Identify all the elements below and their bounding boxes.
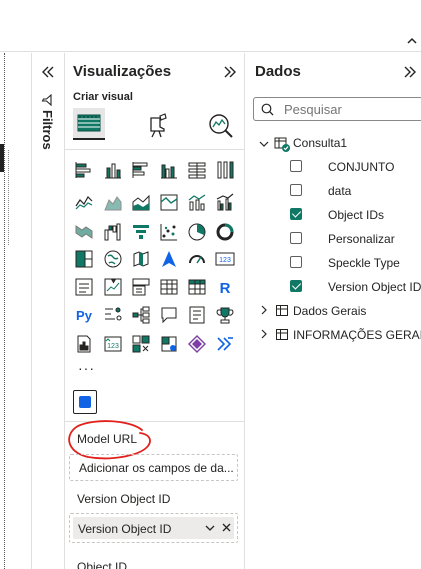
area-chart-icon[interactable]: [103, 192, 123, 212]
analytics-magnifier-icon[interactable]: [205, 110, 237, 142]
canvas-dotted-border: [4, 53, 5, 569]
donut-chart-icon[interactable]: [215, 222, 235, 242]
funnel-chart-icon[interactable]: [131, 222, 151, 242]
scatter-chart-icon[interactable]: [159, 222, 179, 242]
ribbon-collapse-chevron-icon[interactable]: [405, 34, 419, 48]
svg-text:123: 123: [219, 257, 231, 264]
table-icon: [276, 305, 288, 316]
double-chevron-left-icon[interactable]: [40, 64, 56, 80]
paginated-report-icon[interactable]: [74, 334, 94, 354]
table-check-icon: [274, 137, 290, 152]
chevron-down-icon[interactable]: [259, 139, 269, 149]
visualizations-title: Visualizações: [73, 63, 172, 80]
table-icon: [276, 329, 288, 340]
field-checkbox-personalizar[interactable]: [290, 232, 302, 244]
visual-dotted-border: [8, 150, 9, 245]
treemap-icon[interactable]: [74, 249, 94, 269]
double-chevron-right-icon[interactable]: [402, 64, 418, 80]
selected-custom-visual-icon[interactable]: [73, 390, 97, 414]
power-apps-diamond-icon[interactable]: [187, 334, 207, 354]
data-pane-title: Dados: [255, 63, 301, 80]
card-icon[interactable]: 123: [215, 249, 235, 269]
kpi-icon[interactable]: [103, 277, 123, 297]
decomposition-tree-icon[interactable]: [131, 305, 151, 325]
more-visuals-button[interactable]: ···: [78, 360, 95, 376]
field-item-object-ids[interactable]: Object IDs: [328, 208, 384, 222]
line-clustered-column-icon[interactable]: [215, 192, 235, 212]
search-input[interactable]: [284, 101, 414, 117]
azure-map-icon[interactable]: [159, 249, 179, 269]
multi-row-card-icon[interactable]: [74, 277, 94, 297]
custom-visual-puzzle-icon[interactable]: [159, 334, 179, 354]
svg-text:123: 123: [107, 343, 119, 350]
chevron-right-icon[interactable]: [259, 329, 269, 339]
power-automate-icon[interactable]: [215, 334, 235, 354]
stacked-bar-chart-icon[interactable]: [74, 160, 94, 180]
pie-chart-icon[interactable]: [187, 222, 207, 242]
table-item-informacoes-gerais[interactable]: INFORMAÇÕES GERAIS: [293, 328, 421, 342]
divider: [65, 149, 245, 150]
model-url-field-drop-zone[interactable]: Adicionar os campos de da...: [69, 454, 238, 481]
build-visual-tab[interactable]: [73, 108, 105, 140]
line-chart-icon[interactable]: [74, 192, 94, 212]
ribbon-chart-icon[interactable]: [74, 222, 94, 242]
table-item-dados-gerais[interactable]: Dados Gerais: [293, 304, 366, 318]
field-checkbox-speckle-type[interactable]: [290, 256, 302, 268]
matrix-icon[interactable]: [187, 277, 207, 297]
version-object-id-well-label: Version Object ID: [77, 492, 171, 506]
chevron-right-icon[interactable]: [259, 305, 269, 315]
100-column-chart-icon[interactable]: [215, 160, 235, 180]
map-icon[interactable]: [103, 249, 123, 269]
gauge-icon[interactable]: [187, 249, 207, 269]
visual-resize-handle[interactable]: [0, 144, 4, 172]
table-icon[interactable]: [159, 277, 179, 297]
stacked-area-chart-icon[interactable]: [131, 192, 151, 212]
object-id-well-label: Object ID: [77, 560, 128, 569]
ribbon-strip: [0, 0, 421, 52]
field-checkbox-version-object-id[interactable]: [290, 280, 302, 292]
narrative-icon[interactable]: [187, 305, 207, 325]
power-apps-icon[interactable]: [131, 334, 151, 354]
close-icon[interactable]: [221, 522, 232, 533]
key-influencers-icon[interactable]: [103, 305, 123, 325]
svg-text:R: R: [220, 280, 231, 297]
field-checkbox-data[interactable]: [290, 184, 302, 196]
100-bar-chart-icon[interactable]: [187, 160, 207, 180]
field-checkbox-conjunto[interactable]: [290, 160, 302, 172]
goals-trophy-icon[interactable]: [215, 305, 235, 325]
svg-text:Py: Py: [76, 308, 93, 323]
card-new-icon[interactable]: 123: [103, 334, 123, 354]
line-column-chart-icon[interactable]: [187, 192, 207, 212]
r-visual-icon[interactable]: R: [215, 277, 235, 297]
field-item-speckle-type[interactable]: Speckle Type: [328, 256, 400, 270]
field-item-personalizar[interactable]: Personalizar: [328, 232, 395, 246]
100-area-chart-icon[interactable]: [159, 192, 179, 212]
field-checkbox-object-ids[interactable]: [290, 208, 302, 220]
field-item-data[interactable]: data: [328, 184, 351, 198]
waterfall-chart-icon[interactable]: [103, 222, 123, 242]
chevron-down-icon[interactable]: [204, 522, 216, 534]
table-item-consulta1[interactable]: Consulta1: [293, 136, 347, 150]
stacked-column-chart-icon[interactable]: [103, 160, 123, 180]
filters-label: Filtros: [40, 110, 55, 150]
double-chevron-right-icon[interactable]: [222, 64, 238, 80]
search-icon: [261, 103, 274, 116]
field-item-conjunto[interactable]: CONJUNTO: [328, 160, 394, 174]
field-item-version-object-id[interactable]: Version Object ID: [328, 280, 421, 294]
filled-map-icon[interactable]: [131, 249, 151, 269]
clustered-bar-chart-icon[interactable]: [131, 160, 151, 180]
build-visual-label: Criar visual: [73, 91, 133, 103]
slicer-icon[interactable]: [131, 277, 151, 297]
python-visual-icon[interactable]: Py: [74, 305, 94, 325]
qa-speech-bubble-icon[interactable]: [159, 305, 179, 325]
filters-tab[interactable]: Filtros: [38, 92, 56, 162]
build-visual-icon: [77, 114, 101, 132]
clustered-column-chart-icon[interactable]: [159, 160, 179, 180]
format-visual-icon[interactable]: [141, 110, 173, 142]
